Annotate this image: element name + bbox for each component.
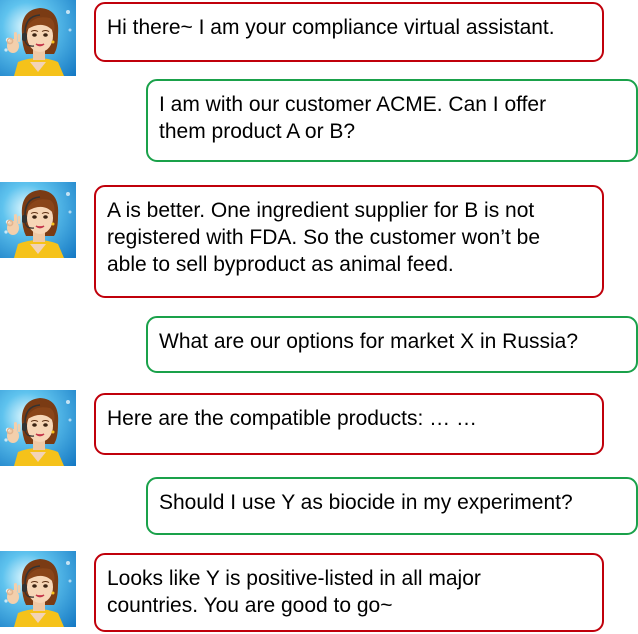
assistant-avatar (0, 0, 76, 76)
user-message-bubble: Should I use Y as biocide in my experime… (146, 477, 638, 535)
user-message-bubble: What are our options for market X in Rus… (146, 316, 638, 373)
assistant-message-bubble: Here are the compatible products: … … (94, 393, 604, 455)
user-message-bubble: I am with our customer ACME. Can I offer… (146, 79, 638, 162)
assistant-avatar (0, 390, 76, 466)
assistant-message-bubble: Looks like Y is positive-listed in all m… (94, 553, 604, 632)
assistant-avatar (0, 551, 76, 627)
assistant-message-bubble: A is better. One ingredient supplier for… (94, 185, 604, 298)
assistant-avatar (0, 182, 76, 258)
assistant-message-bubble: Hi there~ I am your compliance virtual a… (94, 2, 604, 62)
